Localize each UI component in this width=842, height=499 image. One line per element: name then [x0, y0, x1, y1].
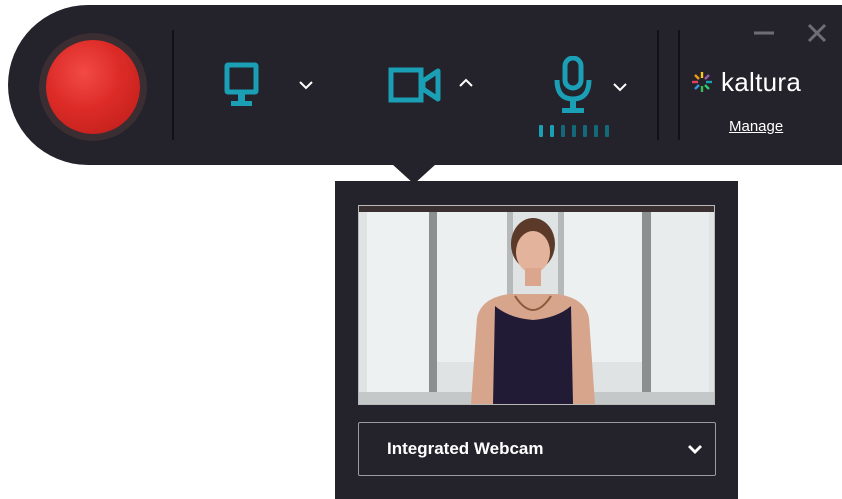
microphone-button[interactable] [553, 55, 597, 118]
monitor-icon [224, 62, 259, 106]
camera-button[interactable] [388, 67, 448, 107]
camera-select-value: Integrated Webcam [387, 439, 544, 458]
record-button[interactable] [46, 40, 140, 134]
brand-name: kaltura [721, 67, 802, 97]
manage-link[interactable]: Manage [729, 118, 783, 135]
mic-level-bar [583, 125, 587, 137]
camera-options-chevron[interactable] [458, 76, 474, 94]
mic-level-bar [594, 125, 598, 137]
mic-level-bar [550, 125, 554, 137]
mic-level-bar [605, 125, 609, 137]
video-camera-icon [388, 67, 441, 103]
screen-options-chevron[interactable] [298, 78, 314, 96]
microphone-options-chevron[interactable] [612, 80, 628, 98]
webcam-video-frame [359, 206, 714, 404]
chevron-up-icon [459, 78, 473, 87]
mic-level-bar [539, 125, 543, 137]
close-button[interactable] [806, 23, 828, 48]
chevron-down-icon [299, 81, 313, 90]
toolbar-divider [172, 30, 174, 140]
kaltura-star-icon [692, 72, 712, 92]
mic-level-bar [572, 125, 576, 137]
minimize-icon [754, 31, 774, 35]
microphone-level-meter [539, 125, 615, 137]
chevron-down-icon [613, 83, 627, 92]
toolbar-divider [657, 30, 659, 140]
close-icon [807, 23, 827, 43]
kaltura-logo: kaltura [691, 64, 801, 100]
mic-level-bar [561, 125, 565, 137]
webcam-preview [358, 205, 715, 405]
camera-select[interactable]: Integrated Webcam [358, 422, 716, 476]
minimize-button[interactable] [752, 24, 776, 47]
toolbar-divider [678, 30, 680, 140]
microphone-icon [554, 55, 592, 113]
chevron-down-icon [688, 445, 702, 454]
screen-button[interactable] [224, 62, 284, 112]
